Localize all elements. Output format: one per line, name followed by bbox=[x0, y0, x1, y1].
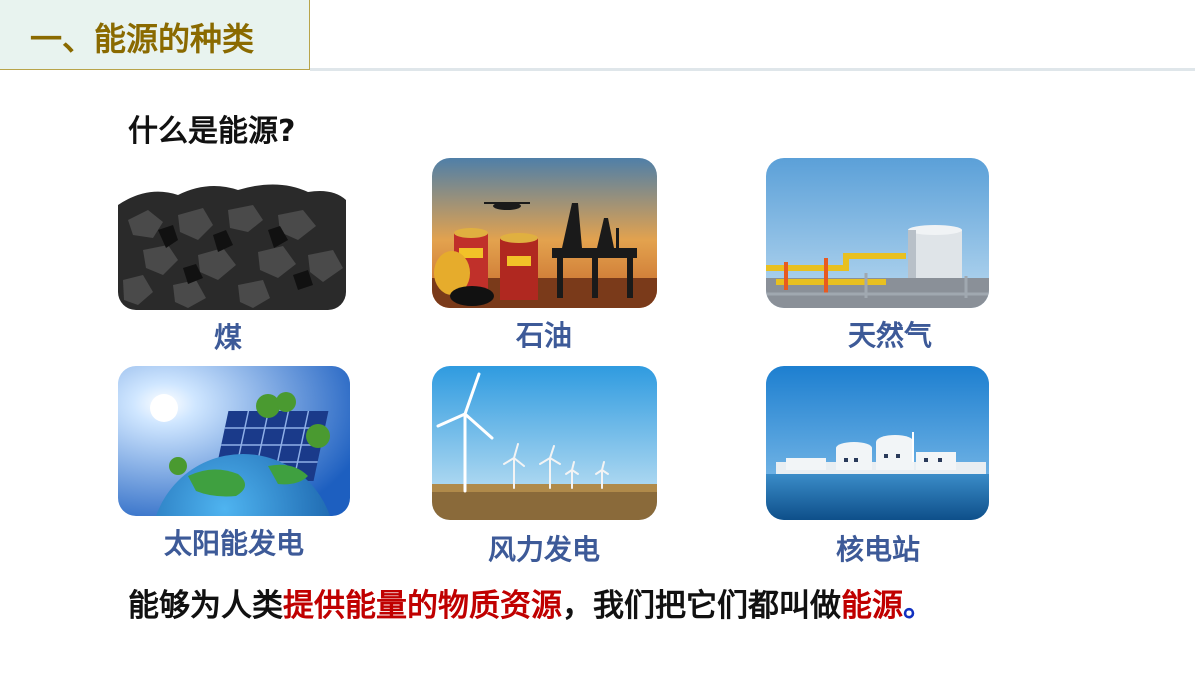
oil-image bbox=[432, 158, 657, 308]
definition-period: 。 bbox=[903, 588, 934, 624]
definition-sentence: 能够为人类提供能量的物质资源，我们把它们都叫做能源。 bbox=[128, 580, 934, 625]
definition-part-3: ，我们把它们都叫做 bbox=[562, 588, 841, 624]
caption-natural-gas: 天然气 bbox=[847, 319, 932, 352]
definition-part-1: 能够为人类 bbox=[128, 588, 283, 624]
coal-image bbox=[118, 160, 346, 310]
definition-highlight-1: 提供能量的物质资源 bbox=[283, 588, 562, 624]
caption-solar: 太阳能发电 bbox=[163, 527, 304, 560]
definition-highlight-2: 能源 bbox=[841, 588, 903, 624]
wind-image bbox=[432, 366, 657, 520]
question-heading: 什么是能源? bbox=[128, 114, 296, 149]
nuclear-image bbox=[766, 366, 989, 520]
section-title-box: 一、能源的种类 bbox=[0, 0, 310, 70]
caption-nuclear: 核电站 bbox=[835, 533, 920, 566]
caption-oil: 石油 bbox=[515, 319, 572, 352]
title-divider bbox=[310, 68, 1195, 71]
caption-coal: 煤 bbox=[213, 321, 242, 354]
caption-wind: 风力发电 bbox=[487, 533, 600, 566]
section-title: 一、能源的种类 bbox=[30, 20, 255, 58]
solar-image bbox=[118, 366, 350, 516]
natural-gas-image bbox=[766, 158, 989, 308]
